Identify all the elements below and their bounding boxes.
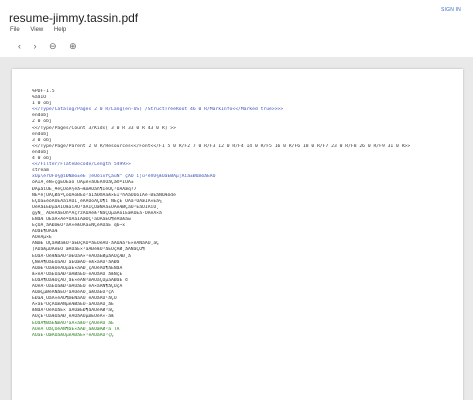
app-header: resume-jimmy.tassin.pdf SIGN IN File Vie…: [0, 0, 473, 58]
menu-bar: File View Help: [10, 27, 75, 33]
document-viewer[interactable]: %PDF-1.5 %âãÏÓ 1 0 obj <</Type/Catalog/Page…: [0, 57, 473, 400]
pdf-page: %PDF-1.5 %âãÏÓ 1 0 obj <</Type/Catalog/Page…: [12, 69, 463, 400]
toolbar: ‹ › ⊖ ⊕: [18, 41, 87, 52]
menu-view[interactable]: View: [30, 27, 43, 33]
document-title: resume-jimmy.tassin.pdf: [9, 11, 139, 25]
pdf-raw-text: %PDF-1.5 %âãÏÓ 1 0 obj <</Type/Catalog/Page…: [32, 89, 457, 339]
pdf-text-line: <</Type/Page/Parent 2 0 R/Resources<</Fo…: [32, 143, 411, 149]
menu-help[interactable]: Help: [54, 27, 66, 33]
chevron-right-icon[interactable]: ›: [34, 41, 37, 51]
pdf-text-line: ÃÙäÈ·ÓæÁÕáÆÒµéÄÐãÉ×¹èÅÔâÀÖ³çÇ: [32, 332, 114, 338]
zoom-out-icon[interactable]: ⊖: [49, 41, 57, 52]
menu-file[interactable]: File: [10, 27, 20, 33]
sign-in-link[interactable]: SIGN IN: [441, 7, 461, 13]
chevron-left-icon[interactable]: ‹: [18, 41, 21, 51]
zoom-in-icon[interactable]: ⊕: [69, 41, 77, 52]
